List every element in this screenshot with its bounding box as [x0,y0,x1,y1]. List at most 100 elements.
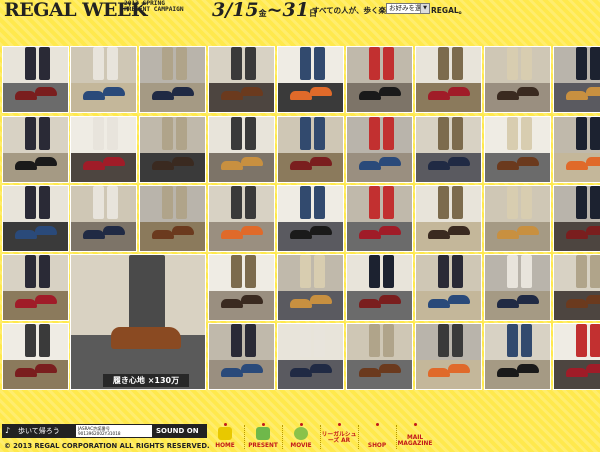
nav-mail-magazine[interactable]: MAIL MAGAZINE [396,422,434,452]
photo-shoe [172,226,194,236]
photo-shoe [379,295,401,305]
photo-tile[interactable] [70,46,137,113]
photo-leg [93,117,104,150]
nav-movie[interactable]: MOVIE [282,422,320,452]
photo-tile[interactable] [139,46,206,113]
photo-leg [507,186,518,219]
photo-tile[interactable] [346,185,413,252]
photo-tile[interactable] [2,46,69,113]
photo-tile[interactable] [415,46,482,113]
photo-tile[interactable] [208,46,275,113]
chevron-down-icon: ▼ [420,4,429,13]
photo-tile[interactable] [2,323,69,390]
photo-tile[interactable] [346,46,413,113]
photo-leg [438,117,449,150]
photo-tile[interactable] [208,116,275,183]
photo-shoe [35,364,57,374]
photo-tile[interactable] [277,185,344,252]
photo-leg [383,324,394,357]
nav-present[interactable]: PRESENT [244,422,282,452]
music-note-icon[interactable]: ♪ [5,426,15,436]
photo-tile[interactable] [277,323,344,390]
sound-toggle-button[interactable]: SOUND ON [156,427,199,435]
photo-tile[interactable] [415,323,482,390]
photo-leg [245,324,256,357]
photo-leg [162,47,173,80]
nav-home[interactable]: HOME [206,422,244,452]
photo-tile[interactable] [484,254,551,321]
photo-tile[interactable] [70,116,137,183]
photo-tile-featured[interactable] [70,254,206,390]
photo-leg [245,186,256,219]
nav-mail-label: MAIL MAGAZINE [397,435,433,447]
photo-tile[interactable] [553,185,600,252]
photo-tile[interactable] [484,46,551,113]
photo-tile[interactable] [346,323,413,390]
photo-shoe [566,91,588,101]
photo-leg [231,117,242,150]
photo-leg [383,47,394,80]
photo-shoe [359,299,381,309]
photo-tile[interactable] [553,116,600,183]
photo-leg [369,47,380,80]
photo-tile[interactable] [415,185,482,252]
photo-tile[interactable] [346,116,413,183]
photo-tile[interactable] [415,116,482,183]
photo-leg [39,117,50,150]
photo-tile[interactable] [139,185,206,252]
photo-shoe [241,226,263,236]
photo-tile[interactable] [484,116,551,183]
home-icon [218,427,232,440]
photo-leg [438,324,449,357]
photo-shoe [172,87,194,97]
photo-tile[interactable] [484,185,551,252]
photo-leg [438,186,449,219]
photo-tile[interactable] [277,254,344,321]
photo-tile[interactable] [208,185,275,252]
photo-tile[interactable] [208,254,275,321]
selection-dropdown[interactable]: お好みを選ぶ ▼ [386,3,430,14]
photo-shoe [448,295,470,305]
photo-leg [231,255,242,288]
photo-shoe [103,226,125,236]
photo-tile[interactable] [553,46,600,113]
photo-tile[interactable] [208,323,275,390]
photo-tile[interactable] [553,323,600,390]
photo-tile[interactable] [2,116,69,183]
photo-leg [39,47,50,80]
photo-shoe [35,295,57,305]
photo-tile[interactable] [277,116,344,183]
photo-leg [590,255,600,288]
photo-shoe [221,368,243,378]
photo-tile[interactable] [553,254,600,321]
photo-shoe [448,87,470,97]
photo-tile[interactable] [139,116,206,183]
photo-tile[interactable] [70,185,137,252]
photo-shoe [290,230,312,240]
photo-tile[interactable] [2,185,69,252]
photo-tile[interactable] [346,254,413,321]
photo-tile[interactable] [277,46,344,113]
photo-shoe [428,161,450,171]
end-date: 31 [282,0,309,21]
nav-ar[interactable]: リーガルシューズ AR [320,422,358,452]
dot-icon [299,423,303,426]
photo-leg [245,117,256,150]
photo-shoe [379,157,401,167]
photo-shoe [448,226,470,236]
dot-icon [337,423,341,426]
photo-leg [438,47,449,80]
photo-shoe [497,161,519,171]
photo-tile[interactable] [484,323,551,390]
nav-shop[interactable]: SHOP [358,422,396,452]
photo-shoe [517,157,539,167]
photo-shoe [241,364,263,374]
photo-leg [162,186,173,219]
photo-leg [314,47,325,80]
photo-shoe [379,226,401,236]
photo-tile[interactable] [415,254,482,321]
photo-leg [39,255,50,288]
photo-leg [107,47,118,80]
photo-tile[interactable] [2,254,69,321]
photo-shoe [448,157,470,167]
